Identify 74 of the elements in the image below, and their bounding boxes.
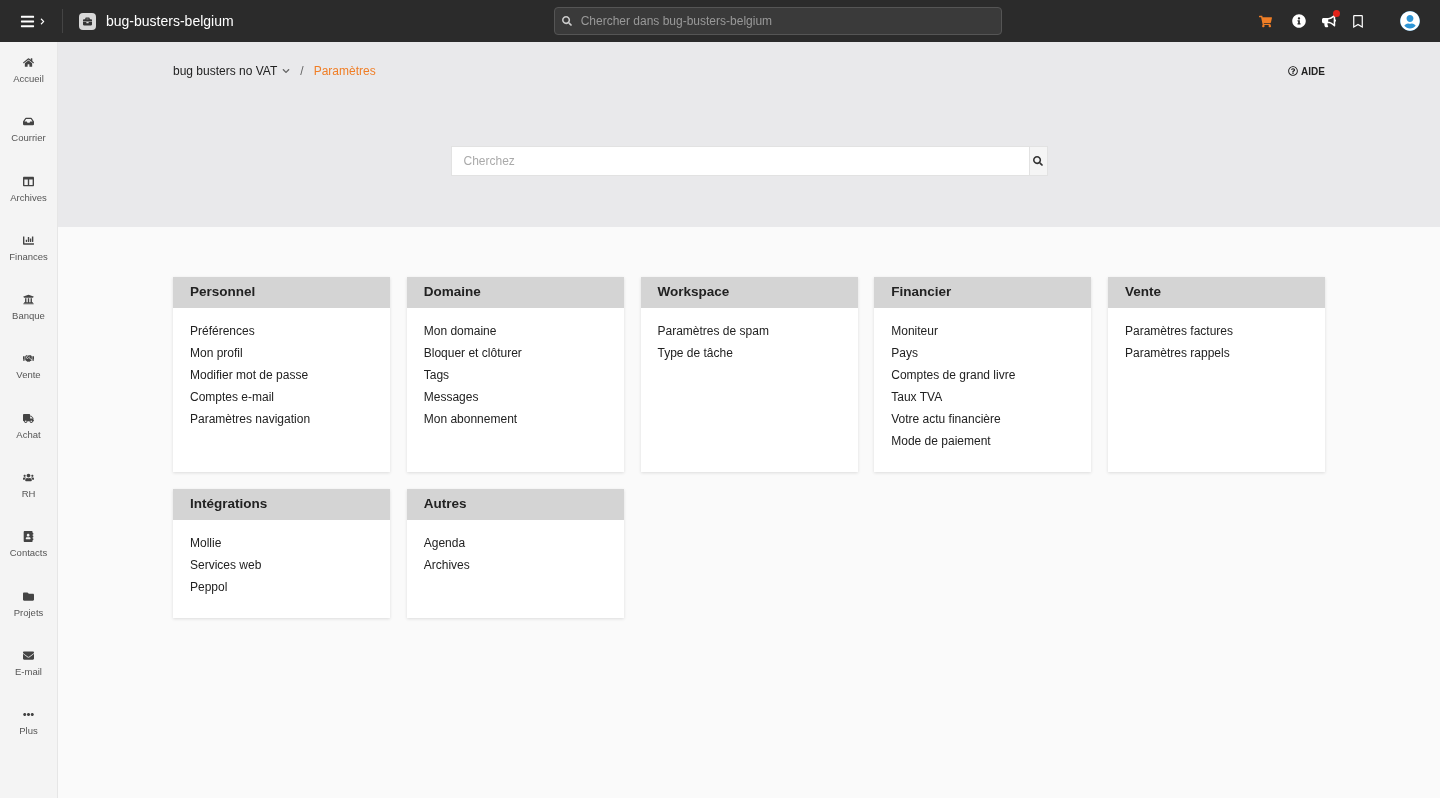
sidebar-item[interactable]: Projets (0, 588, 57, 648)
sidebar-item[interactable]: E-mail (0, 647, 57, 708)
settings-search-field[interactable]: Cherchez (450, 146, 1030, 176)
handshake-icon (23, 353, 34, 365)
sidebar-item[interactable]: RH (0, 470, 57, 530)
settings-link[interactable]: Type de tâche (657, 344, 733, 366)
settings-link[interactable]: Comptes de grand livre (891, 366, 1016, 388)
settings-link[interactable]: Paramètres rappels (1125, 344, 1230, 366)
truck-icon (23, 412, 34, 424)
settings-link[interactable]: Mon abonnement (423, 410, 518, 432)
sidebar-item[interactable]: Contacts (0, 529, 57, 589)
sidebar-item[interactable]: Vente (0, 351, 57, 411)
cart-button[interactable] (1259, 14, 1272, 28)
card-header: Financier (874, 277, 1092, 308)
settings-link[interactable]: Comptes e-mail (190, 388, 275, 410)
inbox-icon (23, 116, 34, 128)
sidebar-item[interactable]: Finances (0, 232, 57, 293)
settings-link[interactable]: Bloquer et clôturer (423, 344, 522, 366)
breadcrumb-current: Paramètres (313, 63, 376, 80)
settings-link[interactable]: Mode de paiement (891, 432, 991, 454)
settings-link[interactable]: Paramètres de spam (657, 322, 769, 344)
settings-link[interactable]: Tags (423, 366, 450, 388)
global-search-field[interactable]: Chercher dans bug-busters-belgium (553, 7, 1002, 35)
menu-icon (20, 13, 35, 29)
workspace-icon (79, 12, 96, 30)
info-button[interactable] (1292, 14, 1306, 28)
settings-link[interactable]: Mon domaine (423, 322, 497, 344)
search-icon (1033, 156, 1043, 166)
breadcrumb-separator: / (300, 63, 304, 80)
card-header: Personnel (173, 277, 390, 308)
settings-link[interactable]: Mon profil (190, 344, 243, 366)
sidebar-item[interactable]: Archives (0, 173, 57, 233)
contact-book-icon (23, 531, 34, 543)
settings-link[interactable]: Préférences (190, 322, 255, 344)
sidebar-item[interactable]: Banque (0, 292, 57, 352)
avatar-button[interactable] (1400, 11, 1420, 31)
sidebar-item[interactable]: Accueil (0, 55, 57, 115)
sidebar-item[interactable]: Courrier (0, 114, 57, 174)
sidebar-item[interactable]: Achat (0, 410, 57, 471)
users-icon (23, 472, 34, 484)
bookmark-button[interactable] (1352, 14, 1364, 28)
settings-link[interactable]: Peppol (190, 578, 228, 600)
envelope-icon (23, 649, 34, 661)
home-icon (23, 57, 34, 68)
search-icon (561, 16, 572, 26)
help-icon (1288, 66, 1299, 76)
settings-link[interactable]: Services web (190, 556, 262, 578)
menu-button[interactable] (20, 13, 46, 29)
chevron-right-icon (39, 17, 46, 25)
settings-link[interactable]: Paramètres navigation (190, 410, 311, 432)
workspace-name: bug-busters-belgium (106, 11, 234, 31)
settings-link[interactable]: Taux TVA (891, 388, 943, 410)
card-header: Workspace (640, 277, 858, 308)
settings-link[interactable]: Agenda (423, 534, 466, 556)
help-button[interactable]: AIDE (1288, 63, 1325, 79)
settings-link[interactable]: Votre actu financière (891, 410, 1001, 432)
card-header: Autres (406, 489, 624, 520)
company-dropdown[interactable]: bug busters no VAT (173, 62, 291, 80)
bar-chart-icon (23, 234, 34, 246)
archive-icon (23, 175, 34, 187)
settings-link[interactable]: Mollie (190, 534, 222, 556)
settings-link[interactable]: Archives (423, 556, 470, 578)
settings-link[interactable]: Paramètres factures (1125, 322, 1234, 344)
card-header: Vente (1108, 277, 1325, 308)
settings-link[interactable]: Moniteur (891, 322, 938, 344)
sidebar-item[interactable]: Plus (0, 707, 57, 767)
settings-link[interactable]: Pays (891, 344, 918, 366)
chevron-down-icon (282, 67, 291, 75)
settings-link[interactable]: Modifier mot de passe (190, 366, 309, 388)
card-header: Domaine (406, 277, 624, 308)
settings-link[interactable]: Messages (423, 388, 479, 410)
bank-icon (23, 294, 34, 306)
card-header: Intégrations (173, 489, 390, 520)
folder-icon (23, 590, 34, 602)
